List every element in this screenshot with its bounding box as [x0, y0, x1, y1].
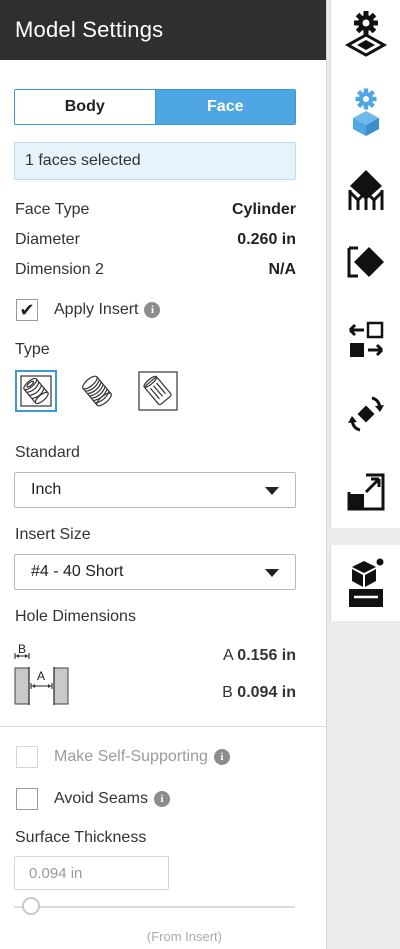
- face-mode-button[interactable]: Face: [155, 90, 295, 124]
- surface-thickness-slider-track[interactable]: [14, 906, 295, 908]
- surface-thickness-slider-handle[interactable]: [22, 897, 40, 915]
- diameter-label: Diameter: [15, 231, 80, 248]
- scale-icon: [347, 473, 385, 511]
- from-insert-note: (From Insert): [146, 929, 222, 944]
- printer-cube-icon: [349, 558, 384, 607]
- dimension-b-label: B: [222, 684, 233, 701]
- hole-dimension-diagram-icon: B A: [14, 642, 69, 705]
- dimension-b-value: 0.094 in: [237, 684, 296, 701]
- section-divider: [0, 726, 326, 727]
- eraser-diamond-icon: [347, 246, 384, 278]
- insert-type-option-2[interactable]: [76, 370, 118, 412]
- insert-type-option-3[interactable]: [137, 370, 179, 412]
- insert-type-option-1[interactable]: [15, 370, 57, 412]
- face-type-label: Face Type: [15, 201, 90, 218]
- diamond-platform-icon: [348, 170, 384, 210]
- settings-cube-icon: [353, 88, 379, 136]
- transform-tool-button[interactable]: [331, 310, 400, 370]
- panel-title: Model Settings: [0, 0, 326, 60]
- make-self-supporting-checkbox[interactable]: [16, 746, 38, 768]
- standard-label: Standard: [15, 444, 80, 461]
- surface-thickness-input[interactable]: 0.094 in: [14, 856, 169, 890]
- standard-value: Inch: [31, 481, 62, 498]
- face-type-row: Face Type Cylinder: [15, 201, 296, 219]
- diameter-value: 0.260 in: [237, 231, 296, 248]
- chevron-down-icon: [265, 487, 279, 495]
- checkmark-icon: ✔: [19, 300, 35, 320]
- dimension-a-label: A: [223, 647, 233, 664]
- insert-size-select[interactable]: #4 - 40 Short: [14, 554, 296, 590]
- scale-tool-button[interactable]: [331, 462, 400, 522]
- body-mode-button[interactable]: Body: [15, 90, 156, 124]
- apply-insert-label: Apply Insert i: [54, 301, 161, 319]
- apply-insert-checkbox[interactable]: ✔: [16, 299, 38, 321]
- standard-select[interactable]: Inch: [14, 472, 296, 508]
- tool-sidebar-secondary: [330, 545, 400, 621]
- dimension-a: A 0.156 in: [223, 647, 296, 665]
- dimension-a-value: 0.156 in: [237, 647, 296, 664]
- avoid-seams-checkbox[interactable]: [16, 788, 38, 810]
- hole-dimensions-label: Hole Dimensions: [15, 608, 136, 625]
- info-icon[interactable]: i: [153, 791, 170, 807]
- face-settings-tool-button[interactable]: [331, 82, 400, 142]
- erase-tool-button[interactable]: [331, 232, 400, 292]
- helical-insert-icon: [20, 375, 52, 407]
- diagram-label-a: A: [37, 669, 45, 683]
- model-settings-panel: Model Settings Body Face 1 faces selecte…: [0, 0, 327, 949]
- coil-insert-icon: [82, 375, 112, 407]
- selection-status: 1 faces selected: [14, 142, 296, 180]
- type-label: Type: [15, 341, 50, 358]
- info-icon[interactable]: i: [213, 749, 230, 765]
- surface-thickness-label: Surface Thickness: [15, 829, 147, 846]
- diagram-label-b: B: [18, 642, 26, 656]
- rotate-icon: [348, 396, 384, 432]
- info-icon[interactable]: i: [144, 302, 161, 318]
- insert-size-value: #4 - 40 Short: [31, 563, 124, 580]
- rotate-tool-button[interactable]: [331, 384, 400, 444]
- transform-arrows-icon: [348, 321, 384, 357]
- avoid-seams-text: Avoid Seams: [54, 790, 148, 807]
- dimension2-row: Dimension 2 N/A: [15, 261, 296, 279]
- insert-size-label: Insert Size: [15, 526, 91, 543]
- dimension2-value: N/A: [268, 261, 296, 278]
- supports-tool-button[interactable]: [331, 160, 400, 220]
- print-prep-tool-button[interactable]: [331, 553, 400, 613]
- dimension-b: B 0.094 in: [222, 684, 296, 702]
- face-type-value: Cylinder: [231, 201, 296, 218]
- diameter-row: Diameter 0.260 in: [15, 231, 296, 249]
- chevron-down-icon: [265, 569, 279, 577]
- make-self-supporting-text: Make Self-Supporting: [54, 748, 208, 765]
- mode-toggle: Body Face: [14, 89, 296, 125]
- settings-plate-icon: [344, 11, 388, 57]
- model-settings-tool-button[interactable]: [331, 4, 400, 64]
- press-insert-icon: [138, 371, 178, 411]
- dimension2-label: Dimension 2: [15, 261, 104, 278]
- avoid-seams-label: Avoid Seams i: [54, 790, 170, 808]
- tool-sidebar: [330, 0, 400, 528]
- apply-insert-text: Apply Insert: [54, 301, 139, 318]
- make-self-supporting-label: Make Self-Supporting i: [54, 748, 230, 766]
